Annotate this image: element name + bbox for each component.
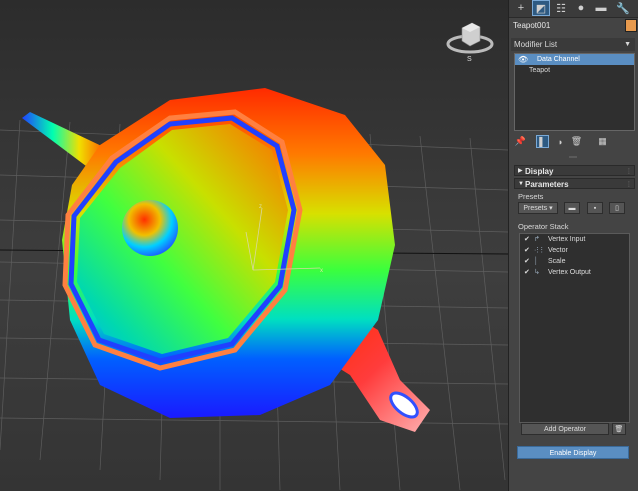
eye-icon[interactable]: 👁	[518, 54, 528, 65]
stack-item-data-channel[interactable]: 👁 Data Channel	[515, 54, 634, 65]
chevron-down-icon: ▼	[518, 181, 524, 187]
save-icon[interactable]: ▪	[587, 202, 603, 214]
modifier-list-dropdown[interactable]: Modifier List ▼	[511, 38, 635, 51]
modifier-stack[interactable]: 👁 Data Channel Teapot	[514, 53, 635, 131]
object-name-field[interactable]: Teapot001	[513, 20, 619, 32]
viewport[interactable]: z x S	[0, 0, 508, 491]
operator-scale[interactable]: ✔ │ Scale	[520, 256, 629, 267]
display-icon[interactable]: ▬	[593, 1, 609, 15]
rollout-handle-icon: ⁞	[627, 167, 630, 176]
viewcube[interactable]: S	[440, 14, 500, 64]
vertex-output-icon: ↳	[534, 269, 540, 276]
operator-label: Vertex Input	[548, 236, 586, 243]
make-unique-icon[interactable]: ◗	[555, 136, 566, 147]
checkmark-icon[interactable]: ✔	[524, 267, 530, 278]
scale-icon: │	[534, 258, 539, 265]
checkmark-icon[interactable]: ✔	[524, 234, 530, 245]
presets-heading: Presets	[518, 192, 544, 201]
stack-item-label: Data Channel	[537, 56, 580, 63]
panel-grip[interactable]	[569, 156, 577, 158]
rollout-title: Parameters	[525, 180, 569, 189]
viewport-scene: z x	[0, 88, 508, 491]
stack-item-teapot[interactable]: Teapot	[515, 65, 634, 76]
operator-stack-heading: Operator Stack	[518, 222, 569, 231]
utilities-icon[interactable]: 🔧	[615, 1, 631, 15]
plus-icon[interactable]: +	[513, 1, 529, 15]
checkmark-icon[interactable]: ✔	[524, 245, 530, 256]
rollout-title: Display	[525, 167, 554, 176]
add-operator-button[interactable]: Add Operator	[521, 423, 609, 435]
gizmo-x-label: x	[320, 268, 323, 274]
teapot-knob	[122, 200, 178, 256]
hierarchy-icon[interactable]: ☷	[553, 1, 569, 15]
operator-label: Scale	[548, 258, 566, 265]
enable-display-label: Enable Display	[549, 450, 597, 457]
add-operator-label: Add Operator	[543, 426, 587, 433]
delete-preset-icon[interactable]: ▯	[609, 202, 625, 214]
gizmo-z-label: z	[259, 204, 262, 210]
rollout-parameters[interactable]: ▼ Parameters ⁞	[514, 178, 635, 189]
open-folder-icon[interactable]: ▬	[564, 202, 580, 214]
rollout-handle-icon: ⁞	[627, 180, 630, 189]
stack-toolbar: 📌 ▌ ◗ 🗑 ▦	[511, 134, 635, 150]
vector-icon: · ⋮	[534, 247, 546, 254]
operator-vertex-input[interactable]: ✔ ↱ ⋮ Vertex Input	[520, 234, 629, 254]
viewcube-label: S	[467, 56, 472, 63]
command-panel-tabs: + ◩ ☷ ● ▬ 🔧	[509, 0, 638, 18]
modifier-list-label: Modifier List	[514, 40, 558, 49]
chevron-right-icon: ▶	[518, 168, 523, 174]
enable-display-button[interactable]: Enable Display	[517, 446, 629, 459]
checkmark-icon[interactable]: ✔	[524, 256, 530, 267]
trash-icon[interactable]: 🗑	[571, 136, 582, 147]
command-panel: + ◩ ☷ ● ▬ 🔧 Teapot001 Modifier List ▼ 👁 …	[508, 0, 638, 491]
motion-icon[interactable]: ●	[573, 1, 589, 15]
show-end-result-icon[interactable]: ▌	[536, 135, 549, 148]
chevron-down-icon: ▼	[624, 41, 631, 48]
operator-vertex-output[interactable]: ✔ ↳ Vertex Output	[520, 267, 629, 278]
pin-icon[interactable]: 📌	[515, 136, 526, 147]
operator-label: Vector	[548, 247, 568, 254]
operator-label: Vertex Output	[548, 269, 591, 276]
object-color-swatch[interactable]	[625, 19, 637, 32]
presets-dropdown[interactable]: Presets ▾	[518, 202, 558, 214]
modify-icon[interactable]: ◩	[532, 0, 550, 16]
presets-label: Presets	[523, 205, 548, 212]
rollout-display[interactable]: ▶ Display ⁞	[514, 165, 635, 176]
operator-stack-list[interactable]: ✔ ↱ ⋮ Vertex Input ✔ · ⋮ Vector ✔ │ Scal…	[519, 233, 630, 423]
trash-icon[interactable]: 🗑	[612, 423, 626, 435]
configure-icon[interactable]: ▦	[597, 136, 608, 147]
operator-vector[interactable]: ✔ · ⋮ Vector	[520, 245, 629, 256]
stack-item-label: Teapot	[529, 67, 551, 74]
